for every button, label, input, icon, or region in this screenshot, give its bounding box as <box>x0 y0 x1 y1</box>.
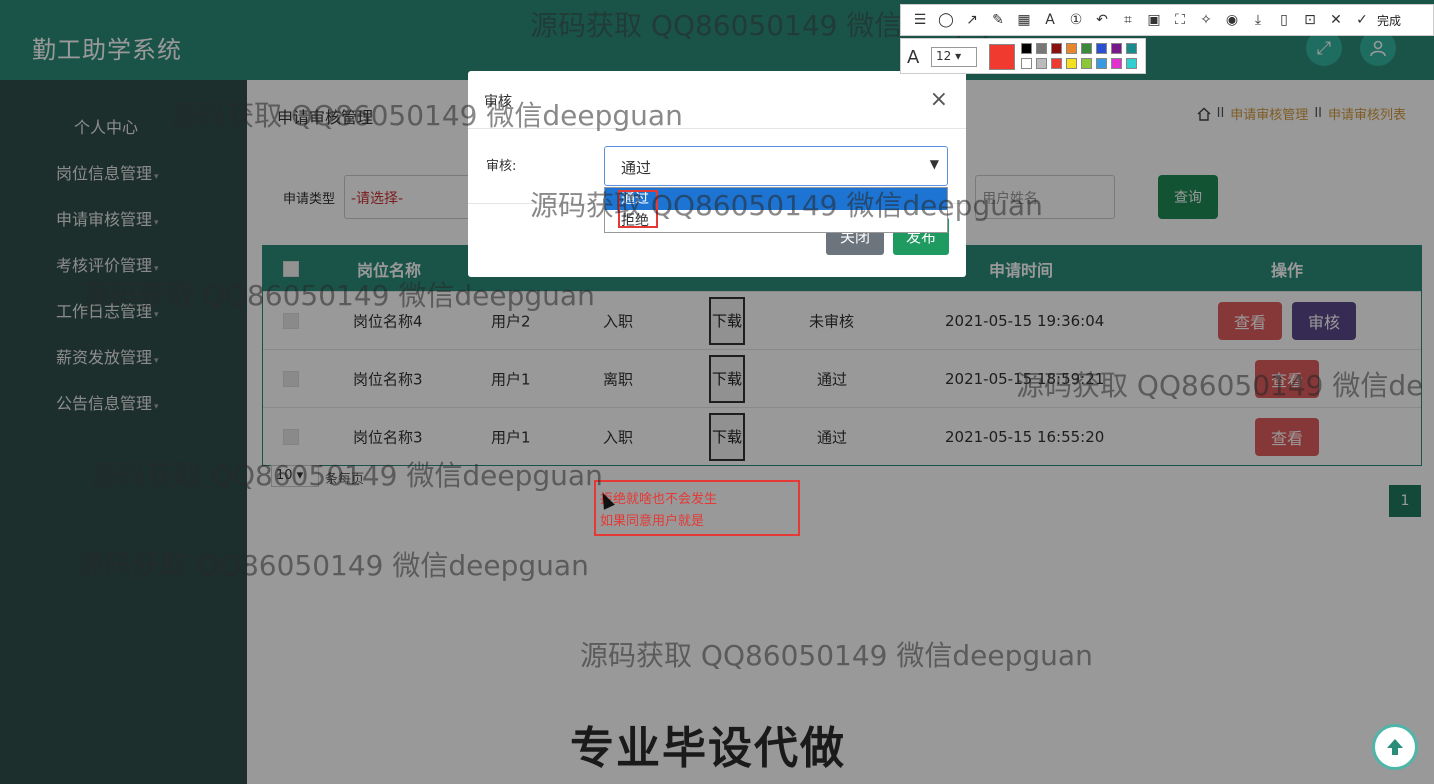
done-label[interactable]: 完成 <box>1377 12 1401 29</box>
watermark-text: 源码获取 QQ86050149 微信deepguan <box>580 639 1093 672</box>
pen-icon[interactable]: ✎ <box>985 7 1011 33</box>
list-icon[interactable]: ☰ <box>907 7 933 33</box>
color-swatch[interactable] <box>1126 43 1137 54</box>
audit-select[interactable]: 通过 ▼ <box>604 146 948 186</box>
color-swatch[interactable] <box>1051 58 1062 69</box>
ellipse-icon[interactable]: ◯ <box>933 7 959 33</box>
promo-banner: 专业毕设代做 <box>570 723 846 774</box>
number-icon[interactable]: ① <box>1063 7 1089 33</box>
scan-icon[interactable]: ⛶ <box>1167 7 1193 33</box>
close-icon[interactable]: × <box>930 87 948 112</box>
watermark-text: 源码获取 QQ86050149 微信deepguan <box>90 459 603 492</box>
color-swatch[interactable] <box>1021 43 1032 54</box>
current-color-swatch[interactable] <box>989 44 1015 70</box>
crop-icon[interactable]: ⌗ <box>1115 7 1141 33</box>
color-swatch[interactable] <box>1096 58 1107 69</box>
watermark-text: 源码获取 QQ86050149 微信deepguan <box>530 189 1043 222</box>
color-swatch[interactable] <box>1066 43 1077 54</box>
color-swatch[interactable] <box>1096 43 1107 54</box>
watermark-text: 源码获取 QQ86050149 微信deepguan <box>170 99 683 132</box>
annotation-text-line: 如果同意用户就是 <box>600 514 705 529</box>
watermark-text: 源码获取 QQ86050149 微信deepguan <box>82 279 595 312</box>
text-style-toolbar: A 12 ▾ <box>900 38 1146 74</box>
bookmark-icon[interactable]: ⊡ <box>1297 7 1323 33</box>
color-swatch[interactable] <box>1066 58 1077 69</box>
color-swatch[interactable] <box>1051 43 1062 54</box>
arrow-icon[interactable]: ↗ <box>959 7 985 33</box>
watermark-text: 源码获取 QQ86050149 微信deepguan <box>76 549 589 582</box>
record-icon[interactable]: ◉ <box>1219 7 1245 33</box>
scroll-top-button[interactable] <box>1372 724 1418 770</box>
font-size-select[interactable]: 12 ▾ <box>931 47 977 67</box>
phone-icon[interactable]: ▯ <box>1271 7 1297 33</box>
screenshot-toolbar: ☰ ◯ ↗ ✎ ▦ A ① ↶ ⌗ ▣ ⛶ ✧ ◉ ⤓ ▯ ⊡ ✕ ✓ 完成 <box>900 4 1434 36</box>
color-swatch[interactable] <box>1036 43 1047 54</box>
mosaic-icon[interactable]: ▦ <box>1011 7 1037 33</box>
color-swatch[interactable] <box>1111 43 1122 54</box>
watermark-text: 源码获取 QQ86050149 微信de <box>1016 369 1424 402</box>
annotation-text-line: 拒绝就啥也不会发生 <box>600 492 718 507</box>
color-swatch[interactable] <box>1081 43 1092 54</box>
font-icon: A <box>907 47 920 68</box>
check-icon[interactable]: ✓ <box>1349 7 1375 33</box>
download-icon[interactable]: ⤓ <box>1245 7 1271 33</box>
undo-icon[interactable]: ↶ <box>1089 7 1115 33</box>
ocr-icon[interactable]: ▣ <box>1141 7 1167 33</box>
close-icon[interactable]: ✕ <box>1323 7 1349 33</box>
color-swatch[interactable] <box>1036 58 1047 69</box>
audit-field-label: 审核: <box>486 159 517 174</box>
pin-icon[interactable]: ✧ <box>1193 7 1219 33</box>
arrow-up-icon <box>1387 739 1403 755</box>
color-swatch[interactable] <box>1111 58 1122 69</box>
color-swatch[interactable] <box>1021 58 1032 69</box>
text-icon[interactable]: A <box>1037 7 1063 33</box>
color-swatch[interactable] <box>1126 58 1137 69</box>
color-swatch[interactable] <box>1081 58 1092 69</box>
chevron-down-icon: ▼ <box>929 157 939 171</box>
